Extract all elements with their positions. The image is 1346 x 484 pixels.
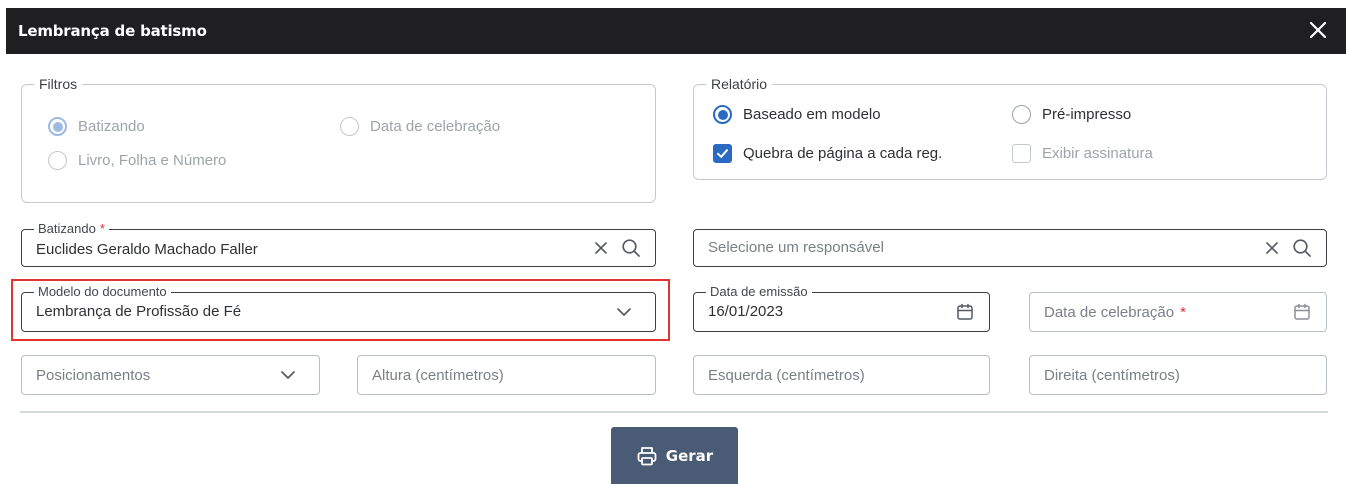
calendar-icon[interactable]	[1292, 302, 1312, 322]
required-marker: *	[1180, 304, 1186, 321]
clear-icon[interactable]	[593, 240, 609, 256]
altura-input[interactable]: Altura (centímetros)	[357, 355, 656, 395]
relatorio-legend: Relatório	[711, 76, 768, 92]
data-emissao-label: Data de emissão	[706, 284, 812, 300]
chevron-down-icon	[281, 371, 295, 379]
filtros-legend: Filtros	[39, 76, 78, 92]
checkbox-quebra-pagina-label: Quebra de página a cada reg.	[743, 145, 943, 162]
altura-placeholder: Altura (centímetros)	[372, 367, 504, 384]
radio-data-celebracao[interactable]: Data de celebração	[340, 117, 500, 136]
radio-batizando-indicator	[48, 117, 67, 136]
checkbox-quebra-pagina[interactable]: Quebra de página a cada reg.	[713, 144, 942, 163]
dialog-title: Lembrança de batismo	[18, 22, 207, 40]
responsavel-field[interactable]: Selecione um responsável	[693, 229, 1327, 267]
checkbox-quebra-pagina-box	[713, 144, 732, 163]
radio-baseado-modelo-indicator	[713, 105, 732, 124]
search-icon[interactable]	[621, 238, 641, 258]
radio-data-celebracao-indicator	[340, 117, 359, 136]
divider	[20, 411, 1328, 413]
radio-baseado-modelo-label: Baseado em modelo	[743, 106, 881, 123]
checkbox-exibir-assinatura-box	[1012, 144, 1031, 163]
data-celebracao-placeholder: Data de celebração *	[1044, 304, 1186, 321]
batizando-label: Batizando *	[34, 221, 109, 237]
radio-data-celebracao-label: Data de celebração	[370, 118, 501, 135]
radio-pre-impresso[interactable]: Pré-impresso	[1012, 105, 1131, 124]
esquerda-placeholder: Esquerda (centímetros)	[708, 367, 865, 384]
checkmark-icon	[717, 149, 728, 158]
posicionamentos-placeholder: Posicionamentos	[36, 367, 151, 384]
clear-icon[interactable]	[1264, 240, 1280, 256]
modelo-value: Lembrança de Profissão de Fé	[36, 303, 242, 320]
radio-baseado-modelo[interactable]: Baseado em modelo	[713, 105, 881, 124]
responsavel-placeholder: Selecione um responsável	[708, 239, 884, 256]
radio-livro-folha-label: Livro, Folha e Número	[78, 152, 227, 169]
relatorio-group: Relatório	[693, 76, 1327, 180]
calendar-icon[interactable]	[955, 302, 975, 322]
required-marker: *	[99, 221, 105, 236]
posicionamentos-select[interactable]: Posicionamentos	[21, 355, 320, 395]
search-icon[interactable]	[1292, 238, 1312, 258]
filtros-group: Filtros	[21, 76, 656, 203]
esquerda-input[interactable]: Esquerda (centímetros)	[693, 355, 990, 395]
radio-pre-impresso-indicator	[1012, 105, 1031, 124]
batizando-field[interactable]: Batizando * Euclides Geraldo Machado Fall…	[21, 221, 656, 267]
checkbox-exibir-assinatura-label: Exibir assinatura	[1042, 145, 1153, 162]
radio-pre-impresso-label: Pré-impresso	[1042, 106, 1132, 123]
data-emissao-value: 16/01/2023	[708, 303, 784, 320]
modelo-select[interactable]: Modelo do documento Lembrança de Profiss…	[21, 284, 656, 332]
direita-placeholder: Direita (centímetros)	[1044, 367, 1180, 384]
batizando-value: Euclides Geraldo Machado Faller	[36, 241, 258, 258]
dialog-header: Lembrança de batismo	[6, 8, 1346, 54]
data-emissao-field[interactable]: Data de emissão 16/01/2023	[693, 284, 990, 332]
close-icon[interactable]	[1306, 18, 1330, 42]
radio-livro-folha-indicator	[48, 151, 67, 170]
chevron-down-icon	[617, 308, 631, 316]
printer-icon	[637, 446, 657, 465]
radio-batizando[interactable]: Batizando	[48, 117, 145, 136]
radio-livro-folha[interactable]: Livro, Folha e Número	[48, 151, 226, 170]
data-celebracao-field[interactable]: Data de celebração *	[1029, 292, 1327, 332]
direita-input[interactable]: Direita (centímetros)	[1029, 355, 1327, 395]
checkbox-exibir-assinatura[interactable]: Exibir assinatura	[1012, 144, 1153, 163]
gerar-button[interactable]: Gerar	[611, 427, 738, 484]
modelo-label: Modelo do documento	[34, 284, 171, 300]
radio-batizando-label: Batizando	[78, 118, 145, 135]
gerar-label: Gerar	[665, 446, 714, 465]
